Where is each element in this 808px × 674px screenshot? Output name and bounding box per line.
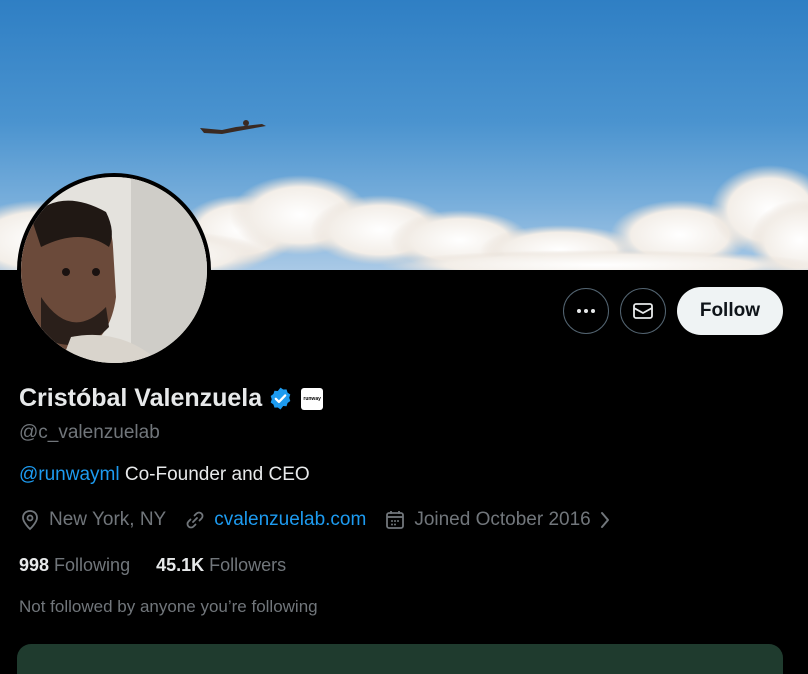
- profile-meta: New York, NY cvalenzuelab.com Joined Oct…: [19, 509, 631, 531]
- more-button[interactable]: [562, 288, 609, 334]
- not-followed-note: Not followed by anyone you’re following: [19, 597, 318, 616]
- followers-count: 45.1K: [156, 555, 205, 575]
- verified-badge-icon[interactable]: [268, 386, 293, 411]
- followers-label: Followers: [209, 555, 287, 575]
- website-item: cvalenzuelab.com: [184, 509, 366, 531]
- diver-figure: [200, 120, 266, 134]
- display-name: Cristóbal Valenzuela: [19, 384, 263, 412]
- website-link[interactable]: cvalenzuelab.com: [214, 509, 366, 531]
- chevron-right-icon: [600, 512, 609, 528]
- profile-bio: @runwayml Co-Founder and CEO: [19, 464, 310, 486]
- bio-text: Co-Founder and CEO: [119, 464, 310, 485]
- affiliate-badge-text: runway: [303, 395, 321, 402]
- followers-stat[interactable]: 45.1K Followers: [156, 555, 286, 576]
- more-icon: [576, 309, 595, 313]
- bio-mention-link[interactable]: @runwayml: [19, 464, 120, 485]
- subscribe-banner[interactable]: [17, 644, 783, 674]
- joined-text: Joined October 2016: [414, 509, 591, 530]
- location-pin-icon: [22, 510, 38, 531]
- following-label: Following: [54, 555, 131, 575]
- profile-handle: @c_valenzuelab: [19, 422, 160, 443]
- following-count: 998: [19, 555, 50, 575]
- location-text: New York, NY: [49, 509, 167, 530]
- joined-item[interactable]: Joined October 2016: [384, 509, 612, 531]
- calendar-icon: [386, 511, 405, 529]
- profile-stats: 998 Following 45.1K Followers: [19, 555, 312, 576]
- link-icon: [186, 511, 204, 529]
- location-item: New York, NY: [19, 509, 166, 531]
- envelope-icon: [632, 303, 653, 319]
- affiliate-badge-icon[interactable]: runway: [301, 387, 324, 410]
- message-button[interactable]: [619, 288, 666, 334]
- following-stat[interactable]: 998 Following: [19, 555, 130, 576]
- follow-button[interactable]: Follow: [676, 287, 783, 335]
- profile-avatar[interactable]: [17, 173, 211, 367]
- name-row: Cristóbal Valenzuela runway: [19, 384, 324, 413]
- profile-actions: Follow: [562, 287, 783, 335]
